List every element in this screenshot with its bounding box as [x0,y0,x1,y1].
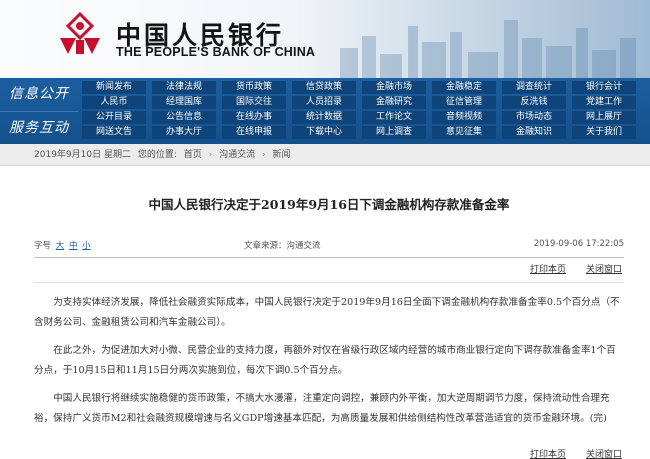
nav-item-service-hall[interactable]: 办事大厅 [152,126,216,139]
header-banner: 中国人民银行 THE PEOPLE'S BANK OF CHINA [0,0,650,78]
article-tools-bottom: 打印本页 关闭窗口 [34,447,624,459]
nav-grid: 新闻发布 法律法规 货币政策 信贷政策 金融市场 金融稳定 调查统计 银行会计 … [82,81,648,139]
article-paragraph: 为支持实体经济发展，降低社会融资实际成本，中国人民银行决定于2019年9月16日… [34,297,620,328]
bank-name-english: THE PEOPLE'S BANK OF CHINA [116,45,316,59]
nav-section-service-interaction: 服务互动 [0,111,78,144]
nav-item-rmb[interactable]: 人民币 [82,96,146,109]
nav-item-public-catalog[interactable]: 公开目录 [82,111,146,124]
nav-item-about-us[interactable]: 关于我们 [572,126,636,139]
nav-item-working-papers[interactable]: 工作论文 [362,111,426,124]
nav-item-statistics-data[interactable]: 统计数据 [292,111,356,124]
nav-item-credit-management[interactable]: 征信管理 [432,96,496,109]
print-page-link[interactable]: 打印本页 [530,262,566,275]
nav-item-anti-money-laundering[interactable]: 反洗钱 [502,96,566,109]
nav-item-financial-research[interactable]: 金融研究 [362,96,426,109]
nav-item-monetary-policy[interactable]: 货币政策 [222,81,286,94]
nav-item-credit-policy[interactable]: 信贷政策 [292,81,356,94]
nav-item-online-exhibition[interactable]: 网上展厅 [572,111,636,124]
nav-item-audio-video[interactable]: 音频视频 [432,111,496,124]
city-skyline-graphic [340,20,636,78]
current-date: 2019年9月10日 星期二 [34,150,131,160]
nav-item-download-center[interactable]: 下载中心 [292,126,356,139]
nav-item-survey-statistics[interactable]: 调查统计 [502,81,566,94]
breadcrumb-separator: › [208,150,213,160]
nav-item-laws[interactable]: 法律法规 [152,81,216,94]
font-size-label: 字号 [34,241,52,251]
article-tools-top: 打印本页 关闭窗口 [34,262,624,278]
article-meta: 字号 大 中 小 文章来源：沟通交流 2019-09-06 17:22:05 [34,239,624,253]
nav-item-opinion-collection[interactable]: 意见征集 [432,126,496,139]
nav-section-info-disclosure: 信息公开 [9,86,69,102]
article-paragraph: 在此之外，为促进加大对小微、民营企业的支持力度，再额外对仅在省级行政区域内经营的… [34,345,616,376]
nav-item-documents[interactable]: 网送文告 [82,126,146,139]
divider [34,282,624,283]
font-size-medium[interactable]: 中 [69,241,78,251]
nav-item-online-declaration[interactable]: 在线申报 [222,126,286,139]
breadcrumb-news[interactable]: 新闻 [273,150,291,160]
nav-item-treasury[interactable]: 经理国库 [152,96,216,109]
article-paragraph: 中国人民银行将继续实施稳健的货币政策，不搞大水漫灌，注重定向调控，兼顾内外平衡，… [34,393,610,424]
article-body: 为支持实体经济发展，降低社会融资实际成本，中国人民银行决定于2019年9月16日… [34,293,624,429]
breadcrumb-separator: › [262,150,266,160]
font-size-control: 字号 大 中 小 [34,239,93,251]
location-label: 您的位置: [137,150,177,160]
close-window-link[interactable]: 关闭窗口 [586,262,622,275]
article: 中国人民银行决定于2019年9月16日下调金融机构存款准备金率 字号 大 中 小… [34,166,624,459]
nav-item-online-survey[interactable]: 网上调查 [362,126,426,139]
nav-item-recruitment[interactable]: 人员招录 [292,96,356,109]
nav-item-financial-stability[interactable]: 金融稳定 [432,81,496,94]
article-title: 中国人民银行决定于2019年9月16日下调金融机构存款准备金率 [148,197,510,212]
article-source: 文章来源：沟通交流 [244,241,321,251]
breadcrumb: 2019年9月10日 星期二 您的位置: 首页 › 沟通交流 › 新闻 [0,144,650,166]
divider [34,257,624,258]
breadcrumb-home[interactable]: 首页 [184,150,202,160]
font-size-small[interactable]: 小 [82,241,91,251]
nav-item-bank-accounting[interactable]: 银行会计 [572,81,636,94]
nav-item-international[interactable]: 国际交往 [222,96,286,109]
article-date: 2019-09-06 17:22:05 [533,239,624,249]
nav-item-news-release[interactable]: 新闻发布 [82,81,146,94]
print-page-link[interactable]: 打印本页 [530,447,566,459]
breadcrumb-communication[interactable]: 沟通交流 [219,150,255,160]
close-window-link[interactable]: 关闭窗口 [586,447,622,459]
nav-item-party-building[interactable]: 党建工作 [572,96,636,109]
nav-item-financial-knowledge[interactable]: 金融知识 [502,126,566,139]
font-size-large[interactable]: 大 [56,241,65,251]
nav-item-financial-market[interactable]: 金融市场 [362,81,426,94]
nav-item-market-updates[interactable]: 市场动态 [502,111,566,124]
pboc-logo-icon [60,11,100,54]
nav-item-online-services[interactable]: 在线办事 [222,111,286,124]
nav-item-announcements[interactable]: 公告信息 [152,111,216,124]
main-navigation: 信息公开 服务互动 新闻发布 法律法规 货币政策 信贷政策 金融市场 金融稳定 … [0,78,650,144]
